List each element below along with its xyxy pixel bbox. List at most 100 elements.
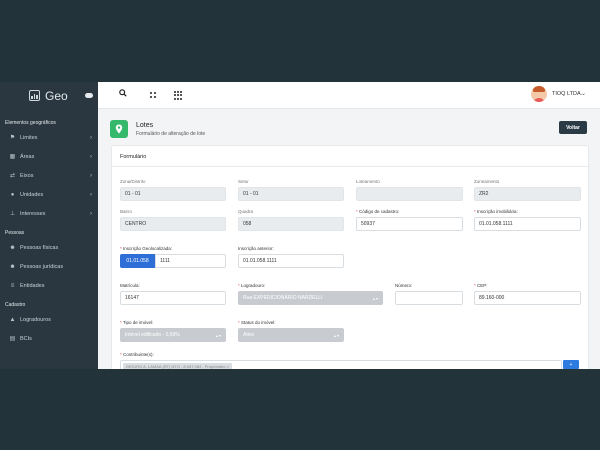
bar-chart-icon	[29, 90, 40, 101]
sidebar-item-label: Logradouros	[20, 316, 51, 323]
chevron-down-icon[interactable]: ⌄	[581, 90, 586, 97]
zona-field: 01 - 01	[120, 187, 226, 201]
contribuinte-tag-text: DESJRO A. LAMAA (RT) NTO - 8.087.084 - P…	[126, 363, 226, 369]
flag-icon: ⚑	[9, 135, 16, 141]
sidebar-item-bcis[interactable]: ▤ BCIs	[0, 329, 98, 348]
logradouro-label: * Logradouro:	[238, 283, 266, 288]
expand-icon[interactable]	[150, 92, 156, 98]
section-title: Elementos geográficos	[5, 120, 56, 126]
sidebar-item-logradouros[interactable]: ▲ Logradouros	[0, 310, 98, 329]
select-arrows-icon: ▴ ▾	[372, 295, 378, 301]
form-title: Formulário	[120, 154, 147, 160]
list-icon: ≡	[10, 282, 15, 289]
status-imovel-label: * Status do imóvel:	[238, 320, 276, 325]
sidebar-item-unidades[interactable]: ● Unidades ›	[0, 185, 98, 204]
contribuintes-multiselect[interactable]: DESJRO A. LAMAA (RT) NTO - 8.087.084 - P…	[120, 360, 562, 369]
add-contribuinte-button[interactable]: +	[563, 360, 579, 369]
users-icon: ☻	[9, 244, 16, 251]
matricula-input[interactable]: 16147	[120, 291, 226, 305]
sidebar-item-areas[interactable]: ▦ Áreas ›	[0, 147, 98, 166]
page-title: Lotes	[136, 122, 154, 129]
logo[interactable]: Geo	[0, 82, 98, 109]
zoneamento-field: ZR2	[474, 187, 581, 201]
sidebar-item-pessoas-fisicas[interactable]: ☻ Pessoas físicas	[0, 238, 98, 257]
app-window: Geo Elementos geográficos ⚑ Limites › ▦ …	[0, 82, 600, 369]
sidebar-item-label: Unidades	[20, 191, 44, 198]
inscricao-geo-prefix: 01.01.058	[120, 254, 155, 268]
sidebar-item-label: Interesses	[20, 210, 46, 217]
pushpin-icon: ⊥	[9, 211, 16, 217]
divider	[112, 166, 590, 167]
topbar: TIOQ LTDA. ⌄	[98, 82, 600, 109]
inscricao-geo-input[interactable]: 1111	[155, 254, 226, 268]
apps-grid-icon[interactable]	[174, 91, 182, 100]
company-name[interactable]: TIOQ LTDA.	[552, 91, 582, 97]
select-arrows-icon: ▴ ▾	[333, 332, 339, 338]
sidebar-item-label: Pessoas jurídicas	[20, 263, 64, 270]
inscricao-anterior-input[interactable]: 01.01.058.1111	[238, 254, 344, 268]
user-group-icon: ☻	[9, 263, 16, 270]
chevron-right-icon: ›	[90, 210, 92, 217]
logradouro-select[interactable]: Rua EXPEDICIONÁRIO NARDELLI ▴ ▾	[238, 291, 383, 305]
sidebar-item-label: BCIs	[20, 335, 32, 342]
zoneamento-label: Zoneamento	[474, 179, 500, 184]
sidebar-item-pessoas-juridicas[interactable]: ☻ Pessoas jurídicas	[0, 257, 98, 276]
sidebar: Geo Elementos geográficos ⚑ Limites › ▦ …	[0, 82, 98, 369]
inscricao-anterior-label: Inscrição anterior:	[238, 246, 274, 251]
map-icon: ▦	[9, 154, 16, 160]
search-icon[interactable]	[119, 89, 127, 99]
location-pin-icon: ●	[10, 191, 15, 198]
status-imovel-value: Ativo	[243, 332, 255, 338]
cep-label: * CEP:	[474, 283, 488, 288]
quadra-field: 058	[238, 217, 344, 231]
sidebar-item-eixos[interactable]: ⇄ Eixos ›	[0, 166, 98, 185]
cep-input[interactable]: 89.160-000	[474, 291, 581, 305]
sidebar-item-interesses[interactable]: ⊥ Interesses ›	[0, 204, 98, 223]
road-icon: ▲	[9, 316, 16, 323]
chevron-right-icon: ›	[90, 191, 92, 198]
loteamento-field	[356, 187, 463, 201]
exchange-icon: ⇄	[9, 173, 16, 179]
section-title: Cadastro	[5, 302, 26, 308]
logradouro-value: Rua EXPEDICIONÁRIO NARDELLI	[243, 295, 323, 301]
setor-field: 01 - 01	[238, 187, 344, 201]
section-title: Pessoas	[5, 230, 25, 236]
sidebar-item-label: Pessoas físicas	[20, 244, 59, 251]
avatar[interactable]	[531, 86, 547, 102]
inscricao-imobiliaria-label: * Inscrição imobiliária:	[474, 209, 518, 214]
sidebar-item-entidades[interactable]: ≡ Entidades	[0, 276, 98, 295]
loteamento-label: Loteamento	[356, 179, 380, 184]
select-arrows-icon: ▴ ▾	[215, 332, 221, 338]
bairro-label: Bairro	[120, 209, 133, 214]
sidebar-item-label: Limites	[20, 134, 38, 141]
sidebar-item-limites[interactable]: ⚑ Limites ›	[0, 128, 98, 147]
matricula-label: Matrícula:	[120, 283, 140, 288]
app-name: Geo	[45, 88, 68, 103]
inscricao-imobiliaria-input[interactable]: 01.01.058.1111	[474, 217, 581, 231]
form-card: Formulário Zona/Distrito 01 - 01 Setor 0…	[111, 145, 590, 369]
sidebar-item-label: Áreas	[20, 153, 35, 160]
page-subtitle: Formulário de alteração de lote	[136, 131, 206, 137]
remove-tag-icon[interactable]: ×	[227, 364, 229, 369]
setor-label: Setor	[238, 179, 249, 184]
chevron-right-icon: ›	[90, 153, 92, 160]
location-pin-icon	[110, 120, 128, 138]
codigo-cadastro-label: * Código de cadastro:	[356, 209, 400, 214]
inscricao-geo-label: * Inscrição Geolocalizada:	[120, 246, 173, 251]
back-button[interactable]: Voltar	[559, 121, 587, 134]
tipo-imovel-select[interactable]: Imóvel edificado - 0,59% ▴ ▾	[120, 328, 226, 342]
chevron-right-icon: ›	[90, 134, 92, 141]
document-icon: ▤	[9, 336, 16, 342]
numero-input[interactable]	[395, 291, 463, 305]
numero-label: Número:	[395, 283, 413, 288]
contribuintes-label: * Contribuinte(s):	[120, 352, 154, 357]
quadra-label: Quadra	[238, 209, 254, 214]
codigo-cadastro-input[interactable]: 50937	[356, 217, 463, 231]
sidebar-toggle[interactable]	[85, 93, 93, 98]
contribuinte-tag: DESJRO A. LAMAA (RT) NTO - 8.087.084 - P…	[123, 362, 232, 369]
sidebar-item-label: Eixos	[20, 172, 34, 179]
sidebar-item-label: Entidades	[20, 282, 45, 289]
status-imovel-select[interactable]: Ativo ▴ ▾	[238, 328, 344, 342]
bairro-field: CENTRO	[120, 217, 226, 231]
zona-label: Zona/Distrito	[120, 179, 146, 184]
